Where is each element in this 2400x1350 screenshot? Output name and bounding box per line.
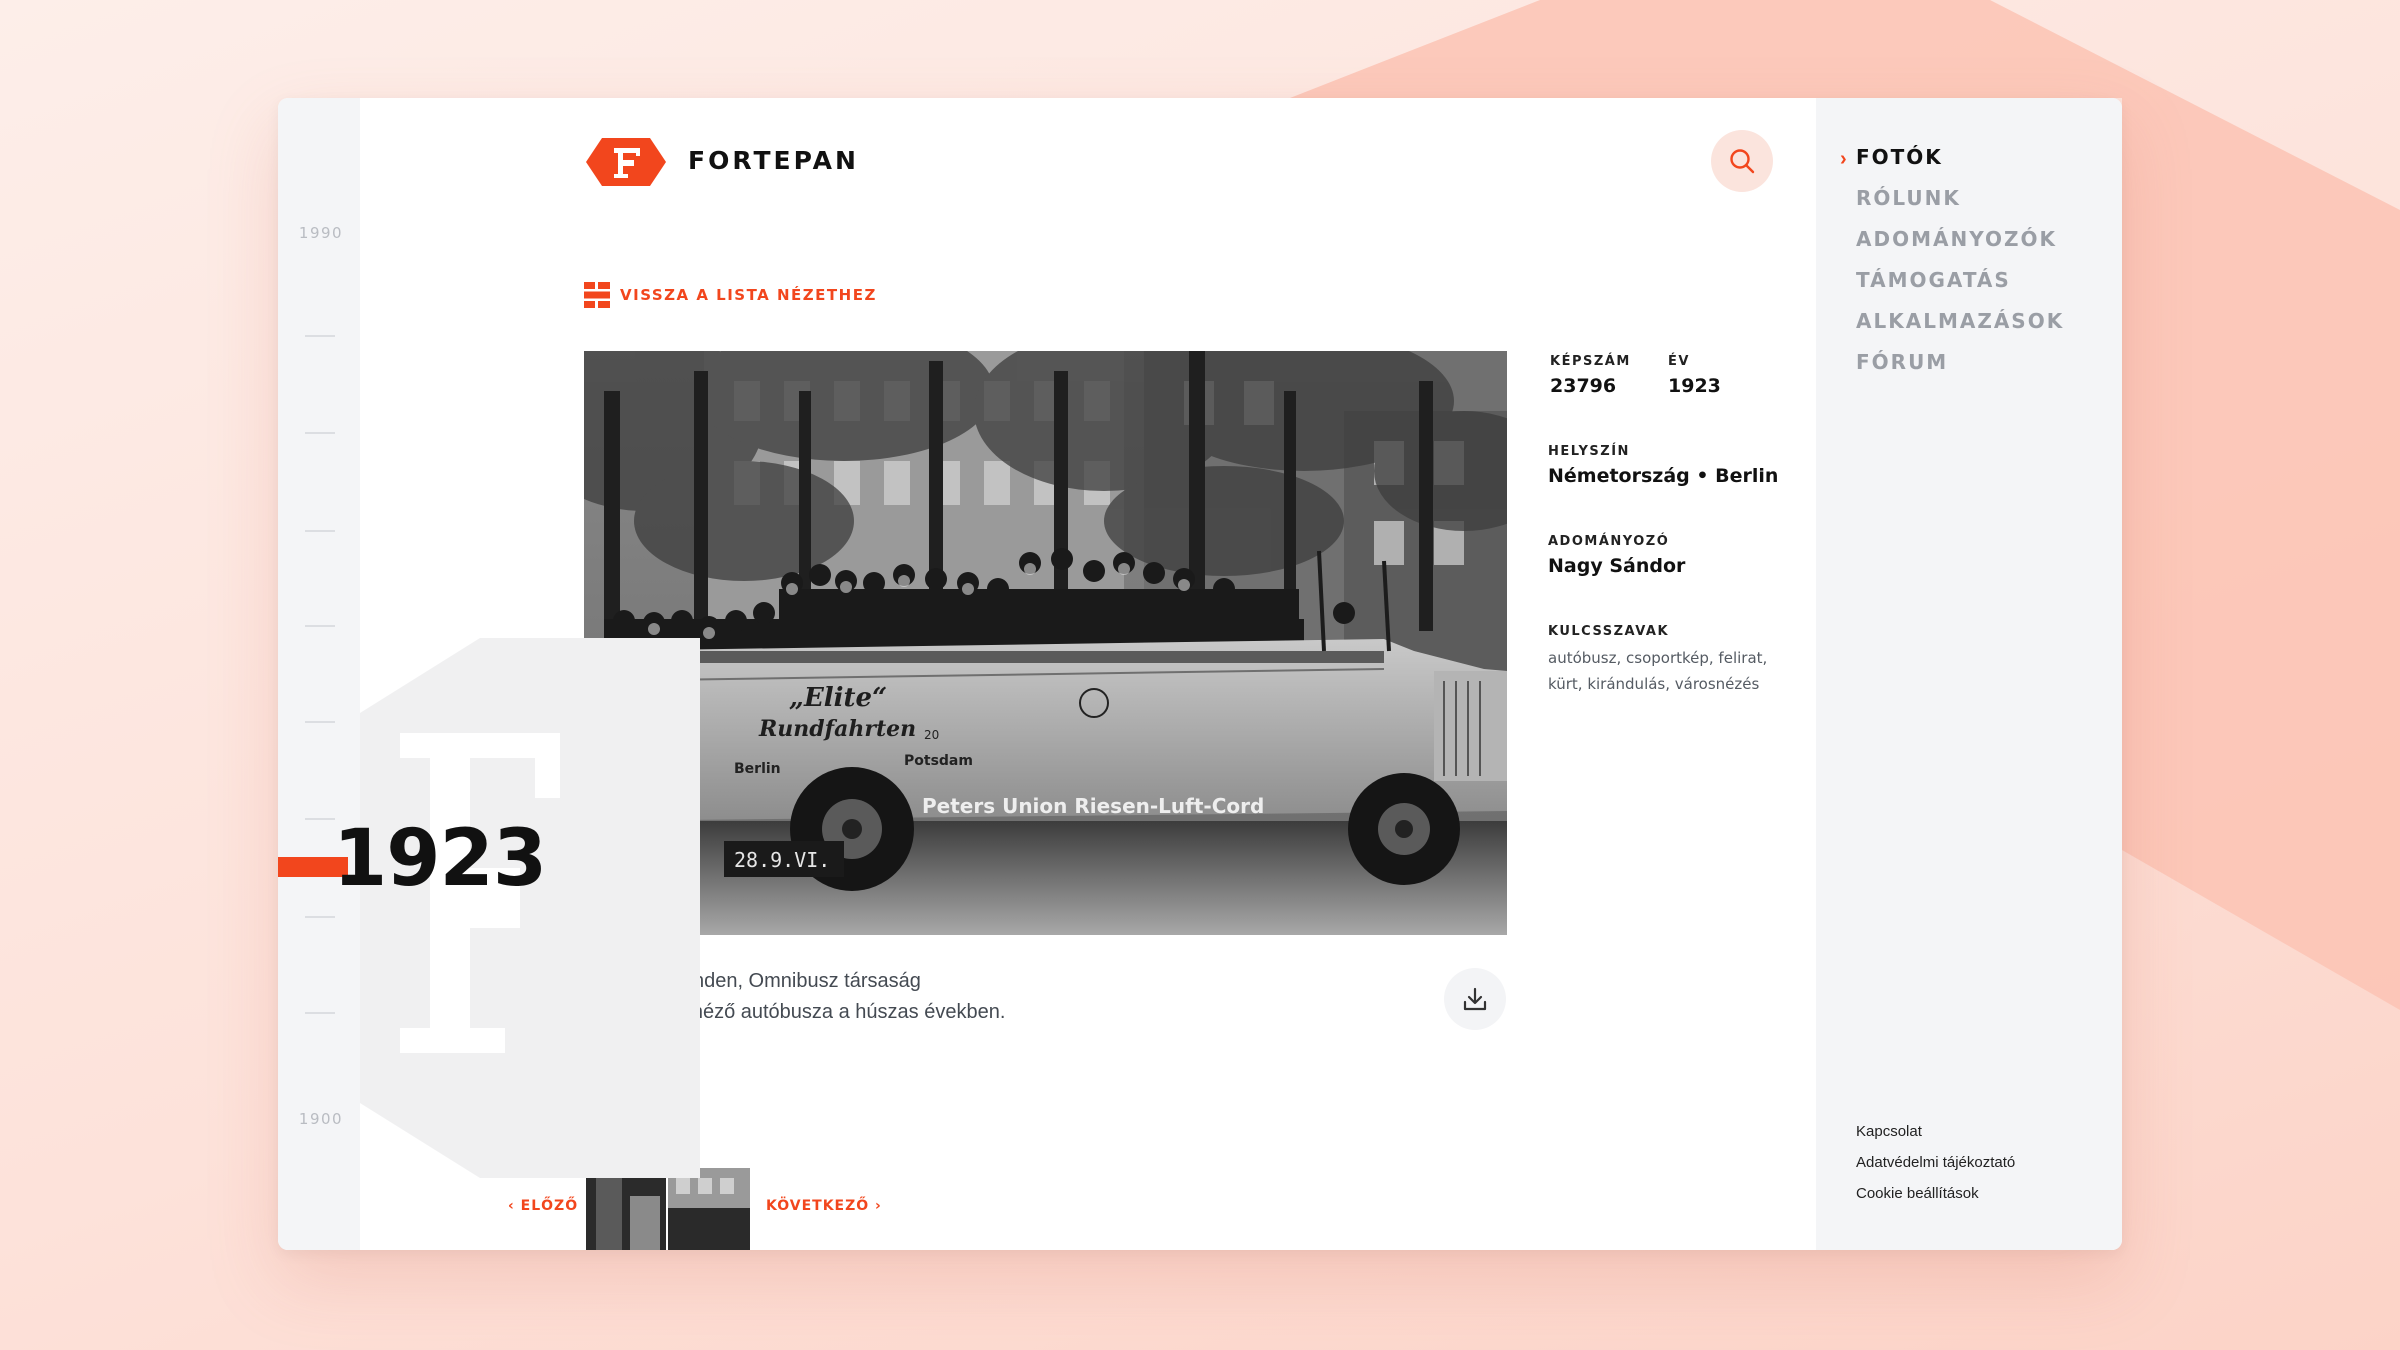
timeline-tick bbox=[305, 432, 335, 434]
chevron-left-icon: ‹ bbox=[508, 1198, 521, 1214]
footer-link-privacy[interactable]: Adatvédelmi tájékoztató bbox=[1856, 1154, 2015, 1171]
main-photo[interactable]: „Elite“ Rundfahrten Berlin Potsdam 20 Pe… bbox=[584, 351, 1507, 935]
meta-id-value: 23796 bbox=[1550, 375, 1617, 397]
timeline-tick bbox=[305, 1012, 335, 1014]
timeline[interactable]: 1990 1900 bbox=[278, 98, 360, 1250]
nav-item-donors[interactable]: ADOMÁNYOZÓK bbox=[1856, 227, 2057, 251]
meta-keywords: KULCSSZAVAK autóbusz, csoportkép, felira… bbox=[1548, 624, 1778, 697]
footer-link-cookies[interactable]: Cookie beállítások bbox=[1856, 1185, 1979, 1202]
nav-item-forum[interactable]: FÓRUM bbox=[1856, 350, 1948, 374]
fortepan-logo-icon[interactable] bbox=[584, 136, 668, 188]
timeline-top-year: 1990 bbox=[298, 224, 344, 242]
nav-item-support[interactable]: TÁMOGATÁS bbox=[1856, 268, 2011, 292]
previous-photo-link[interactable]: ‹ ELŐZŐ bbox=[508, 1198, 578, 1214]
download-icon bbox=[1463, 987, 1487, 1011]
nav-item-apps[interactable]: ALKALMAZÁSOK bbox=[1856, 309, 2064, 333]
app-window: 1990 1900 1923 FORTEPAN VISSZA A LISTA N… bbox=[278, 98, 2122, 1250]
meta-location-label: HELYSZÍN bbox=[1548, 444, 1630, 459]
timeline-tick bbox=[305, 721, 335, 723]
nav-item-about[interactable]: RÓLUNK bbox=[1856, 186, 1961, 210]
meta-donor-label: ADOMÁNYOZÓ bbox=[1548, 534, 1670, 549]
photo-thumbnails[interactable] bbox=[586, 1168, 750, 1250]
chevron-right-icon: › bbox=[1840, 148, 1847, 170]
next-label: KÖVETKEZŐ bbox=[766, 1198, 870, 1214]
meta-keywords-value[interactable]: autóbusz, csoportkép, felirat, kürt, kir… bbox=[1548, 645, 1778, 697]
chevron-right-icon: › bbox=[869, 1198, 882, 1214]
bus-lettering: „Elite“ bbox=[789, 683, 887, 713]
previous-label: ELŐZŐ bbox=[520, 1198, 579, 1214]
fortepan-watermark-icon bbox=[360, 638, 700, 1178]
meta-location: HELYSZÍN Németország • Berlin bbox=[1548, 444, 1778, 487]
timeline-tick bbox=[305, 530, 335, 532]
license-plate: 28.9.VI. bbox=[734, 848, 830, 872]
main-navigation: › FOTÓK RÓLUNK ADOMÁNYOZÓK TÁMOGATÁS ALK… bbox=[1816, 98, 2122, 1250]
search-icon bbox=[1730, 149, 1755, 174]
meta-id-label: KÉPSZÁM bbox=[1550, 354, 1631, 369]
search-button[interactable] bbox=[1711, 130, 1773, 192]
timeline-tick bbox=[305, 625, 335, 627]
bus-lettering: Berlin bbox=[734, 761, 781, 777]
back-to-list-link[interactable]: VISSZA A LISTA NÉZETHEZ bbox=[584, 282, 877, 308]
meta-keywords-label: KULCSSZAVAK bbox=[1548, 624, 1670, 639]
meta-year: ÉV 1923 bbox=[1668, 354, 1721, 397]
timeline-tick bbox=[305, 335, 335, 337]
photo-image: „Elite“ Rundfahrten Berlin Potsdam 20 Pe… bbox=[584, 351, 1507, 935]
meta-donor-value[interactable]: Nagy Sándor bbox=[1548, 555, 1685, 577]
bus-lettering: 20 bbox=[924, 728, 939, 742]
bus-lettering: Peters Union Riesen-Luft-Cord bbox=[922, 794, 1264, 818]
meta-year-label: ÉV bbox=[1668, 354, 1690, 369]
meta-location-value[interactable]: Németország • Berlin bbox=[1548, 465, 1778, 487]
grid-icon bbox=[584, 282, 610, 308]
timeline-tick bbox=[305, 818, 335, 820]
download-button[interactable] bbox=[1444, 968, 1506, 1030]
nav-item-photos[interactable]: FOTÓK bbox=[1856, 145, 1943, 169]
current-year: 1923 bbox=[333, 814, 547, 904]
meta-id: KÉPSZÁM 23796 bbox=[1550, 354, 1631, 397]
meta-donor: ADOMÁNYOZÓ Nagy Sándor bbox=[1548, 534, 1685, 577]
meta-year-value[interactable]: 1923 bbox=[1668, 375, 1721, 397]
brand-name[interactable]: FORTEPAN bbox=[688, 146, 859, 175]
bus-lettering: Potsdam bbox=[904, 753, 973, 769]
next-photo-link[interactable]: KÖVETKEZŐ › bbox=[766, 1198, 882, 1214]
timeline-tick bbox=[305, 916, 335, 918]
footer-link-contact[interactable]: Kapcsolat bbox=[1856, 1123, 1922, 1140]
bus-lettering: Rundfahrten bbox=[758, 716, 916, 742]
thumbnail-image bbox=[586, 1168, 750, 1250]
timeline-bottom-year: 1900 bbox=[298, 1110, 344, 1128]
back-to-list-label: VISSZA A LISTA NÉZETHEZ bbox=[620, 286, 877, 304]
